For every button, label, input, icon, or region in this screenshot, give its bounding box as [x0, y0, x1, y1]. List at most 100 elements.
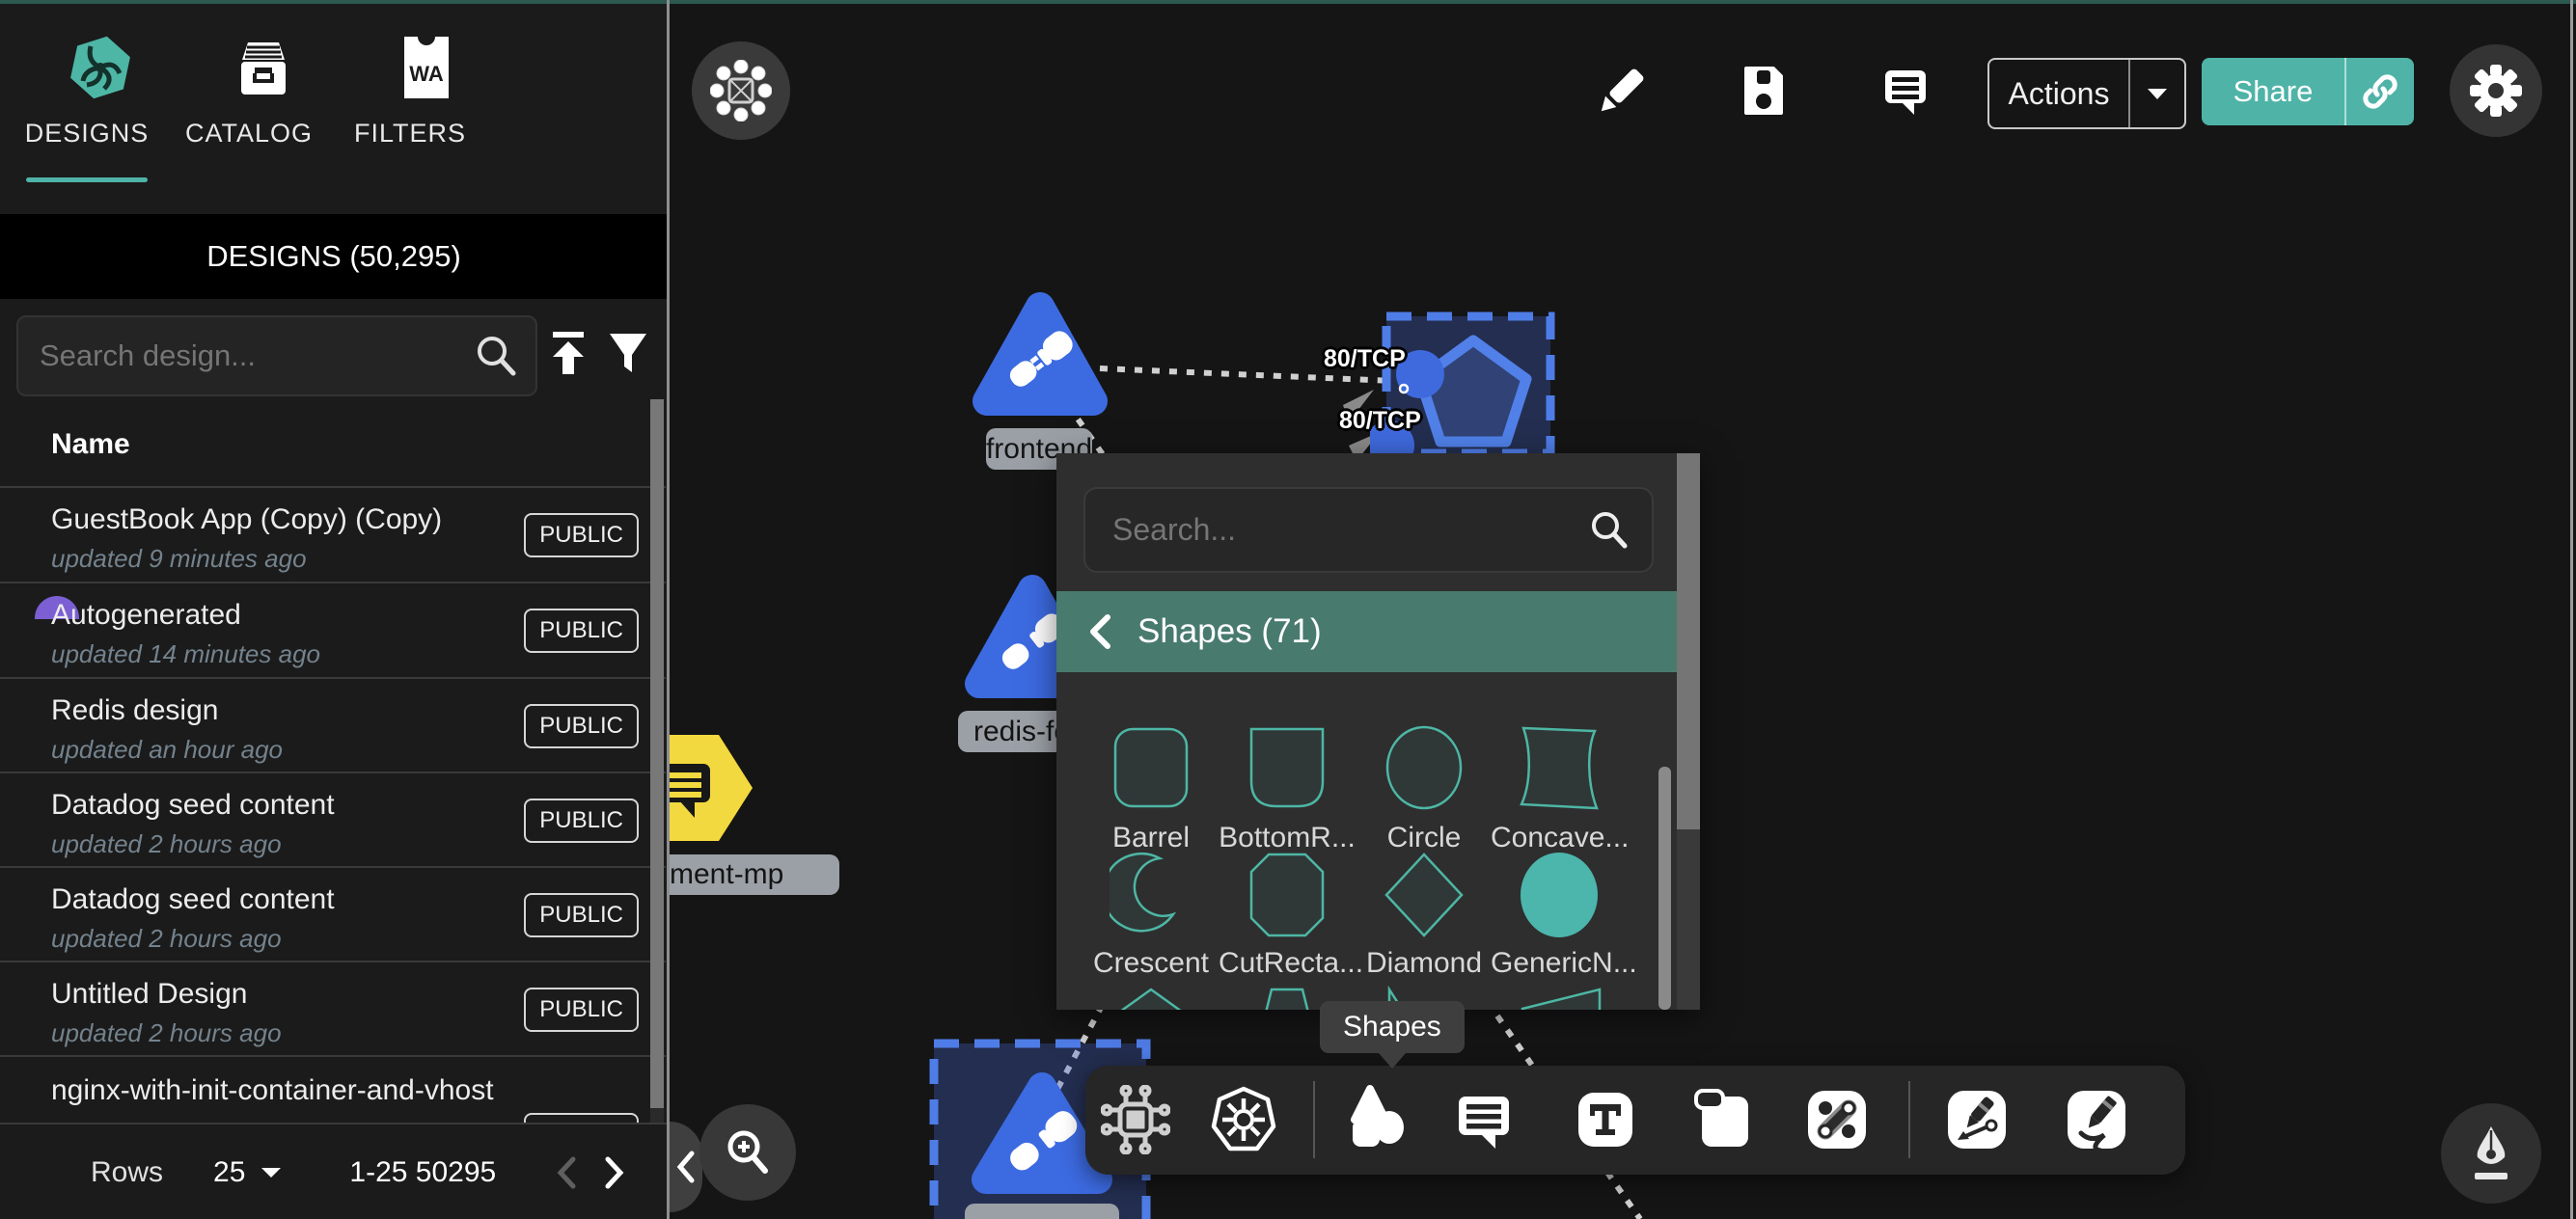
design-list-item[interactable]: Untitled Design updated 2 hours ago PUBL…: [0, 962, 666, 1056]
import-design-button[interactable]: [545, 330, 591, 383]
window-right-edge: [2570, 0, 2573, 1219]
shape-cutrectangle[interactable]: [1246, 851, 1329, 939]
pen-tool-button[interactable]: [1938, 1081, 2015, 1158]
shapes-icon: [1337, 1083, 1411, 1156]
search-icon: [1588, 509, 1631, 552]
design-list-item[interactable]: GuestBook App (Copy) (Copy) updated 9 mi…: [0, 488, 666, 582]
shapes-search-input[interactable]: [1085, 511, 1588, 549]
design-list-item[interactable]: nginx-with-init-container-and-vhost PUBL…: [0, 1057, 666, 1123]
pen-arrow-icon: [1940, 1083, 2014, 1156]
shapes-tool-button[interactable]: [1335, 1081, 1412, 1158]
design-search-input[interactable]: [18, 338, 474, 374]
pencil-swirl-icon: [2060, 1083, 2133, 1156]
rows-per-page-select[interactable]: 25: [213, 1156, 282, 1189]
shape-barrel[interactable]: [1110, 723, 1192, 812]
shape-label: BottomR...: [1219, 822, 1356, 854]
shape-label: Diamond: [1356, 947, 1493, 980]
save-icon: [1734, 61, 1794, 121]
share-label: Share: [2202, 74, 2344, 109]
design-list-item[interactable]: Autogenerated updated 14 minutes ago PUB…: [0, 583, 666, 677]
note-icon: [1688, 1083, 1762, 1156]
visibility-badge: PUBLIC: [524, 704, 639, 748]
actions-button[interactable]: Actions: [1987, 58, 2186, 129]
share-button[interactable]: Share: [2202, 58, 2414, 125]
funnel-icon: [606, 330, 650, 378]
settings-button[interactable]: [2450, 44, 2542, 137]
tab-filters-label: FILTERS: [343, 119, 478, 149]
actions-caret-button[interactable]: [2130, 86, 2184, 101]
comment-icon: [1876, 61, 1935, 121]
design-title: Datadog seed content: [51, 789, 335, 822]
shape-label: GenericN...: [1491, 947, 1628, 980]
text-tool-button[interactable]: [1567, 1081, 1644, 1158]
node-frontend[interactable]: [963, 280, 1127, 434]
design-list-item[interactable]: Datadog seed content updated 2 hours ago…: [0, 868, 666, 962]
kanvas-app: frontend redis-fo ment-mp 80/TCP: [0, 0, 2576, 1219]
previous-page-icon[interactable]: [556, 1156, 577, 1189]
cluster-status-button[interactable]: [692, 41, 790, 140]
shape-diamond[interactable]: [1383, 851, 1466, 939]
pagination-range: 1-25 50295: [349, 1156, 496, 1189]
gear-icon: [2469, 64, 2523, 118]
tab-catalog[interactable]: CATALOG: [181, 39, 316, 149]
sidebar-divider[interactable]: [667, 0, 670, 1219]
node-selected-pentagon[interactable]: [1370, 299, 1582, 473]
shape-crescent[interactable]: [1110, 851, 1192, 939]
toolbar-divider: [1908, 1081, 1910, 1158]
design-list-item[interactable]: Datadog seed content updated 2 hours ago…: [0, 773, 666, 867]
design-list-item[interactable]: Redis design updated an hour ago PUBLIC: [0, 679, 666, 772]
actions-label: Actions: [1989, 76, 2128, 112]
sidebar-header: DESIGNS (50,295): [0, 214, 668, 299]
visibility-badge: PUBLIC: [524, 893, 639, 937]
mesh-icon: [710, 60, 772, 122]
shape-concave[interactable]: [1518, 723, 1601, 812]
zoom-in-button[interactable]: [699, 1104, 796, 1201]
components-tool-button[interactable]: [1097, 1081, 1174, 1158]
caret-down-icon: [2146, 86, 2169, 101]
active-tab-underline: [26, 177, 148, 182]
shapes-search-field[interactable]: [1083, 487, 1654, 573]
shape-label: CutRecta...: [1219, 947, 1356, 980]
sidebar-header-label: DESIGNS (50,295): [206, 239, 461, 274]
design-updated: updated 2 hours ago: [51, 924, 282, 954]
shape-bottomround[interactable]: [1246, 723, 1329, 812]
design-mode-button[interactable]: [2441, 1103, 2541, 1204]
shape-genericnode[interactable]: [1518, 851, 1601, 939]
tab-designs-label: DESIGNS: [19, 119, 154, 149]
back-chevron-icon[interactable]: [1087, 613, 1112, 650]
svg-text:WA: WA: [409, 62, 444, 86]
note-tool-button[interactable]: [1686, 1081, 1764, 1158]
edit-button[interactable]: [1592, 61, 1652, 125]
design-title: Autogenerated: [51, 599, 241, 632]
rows-label: Rows: [91, 1156, 163, 1189]
tab-filters[interactable]: WA FILTERS: [343, 33, 478, 149]
save-button[interactable]: [1734, 61, 1794, 125]
shape-circle[interactable]: [1383, 723, 1466, 812]
sidebar: DESIGNS CATALOG WA FILTERS DE: [0, 4, 668, 1219]
design-title: nginx-with-init-container-and-vhost: [51, 1074, 494, 1107]
list-scrollbar-thumb[interactable]: [650, 399, 664, 1108]
relationship-tool-button[interactable]: [1798, 1081, 1876, 1158]
caret-down-icon: [260, 1166, 282, 1179]
visibility-badge: PUBLIC: [524, 513, 639, 557]
zoom-in-icon: [722, 1126, 774, 1178]
design-title: GuestBook App (Copy) (Copy): [51, 503, 442, 536]
shapes-category-header[interactable]: Shapes (71): [1056, 591, 1677, 672]
comment-button[interactable]: [1876, 61, 1935, 125]
kubernetes-tool-button[interactable]: [1205, 1081, 1282, 1158]
filter-designs-button[interactable]: [606, 330, 650, 383]
component-chip-icon: [1101, 1085, 1170, 1154]
design-updated: updated 9 minutes ago: [51, 544, 307, 574]
comment-tool-button[interactable]: [1445, 1081, 1522, 1158]
design-updated: updated 14 minutes ago: [51, 639, 320, 669]
share-link-button[interactable]: [2346, 72, 2414, 111]
catalog-icon: [230, 39, 297, 100]
design-search-field[interactable]: [16, 315, 537, 396]
shape-label: Barrel: [1082, 822, 1219, 854]
next-page-icon[interactable]: [604, 1156, 625, 1189]
node-label-selected: [965, 1204, 1119, 1219]
freehand-draw-button[interactable]: [2058, 1081, 2135, 1158]
tab-designs[interactable]: DESIGNS: [19, 33, 154, 182]
grid-scrollbar-thumb[interactable]: [1658, 767, 1671, 1010]
panel-scrollbar-thumb[interactable]: [1677, 453, 1700, 829]
